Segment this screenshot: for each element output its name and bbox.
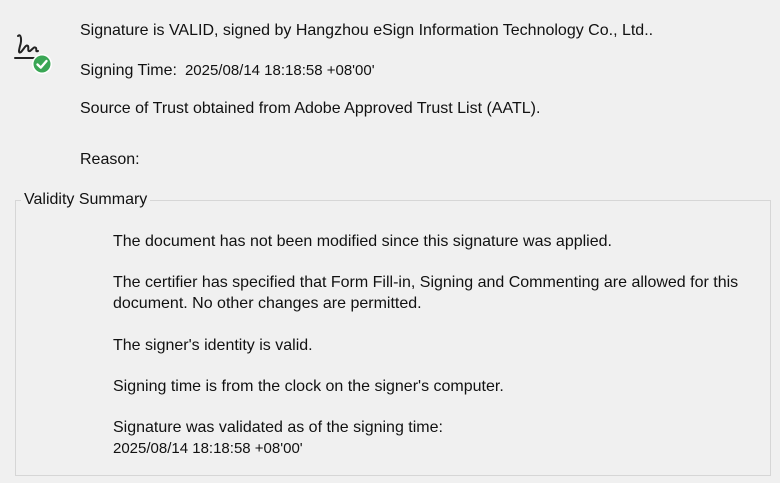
validated-as-of-text: Signature was validated as of the signin… [113,419,443,436]
signature-valid-icon [12,30,54,76]
summary-item-unmodified: The document has not been modified since… [113,233,612,250]
signing-time-value: 2025/08/14 18:18:58 +08'00' [184,62,375,79]
reason-label: Reason: [80,151,140,168]
validated-time-value: 2025/08/14 18:18:58 +08'00' [113,440,303,457]
summary-item-identity-valid: The signer's identity is valid. [113,337,313,354]
trust-source-text: Source of Trust obtained from Adobe Appr… [80,100,541,117]
summary-item-validated-as-of: Signature was validated as of the signin… [113,417,743,459]
validity-summary-title: Validity Summary [21,190,151,210]
signing-time-label: Signing Time: [80,62,177,79]
summary-item-certifier-permissions: The certifier has specified that Form Fi… [113,274,739,312]
signing-time-row: Signing Time: 2025/08/14 18:18:58 +08'00' [80,61,375,81]
signature-status-text: Signature is VALID, signed by Hangzhou e… [80,22,654,39]
summary-item-signing-clock: Signing time is from the clock on the si… [113,378,504,395]
